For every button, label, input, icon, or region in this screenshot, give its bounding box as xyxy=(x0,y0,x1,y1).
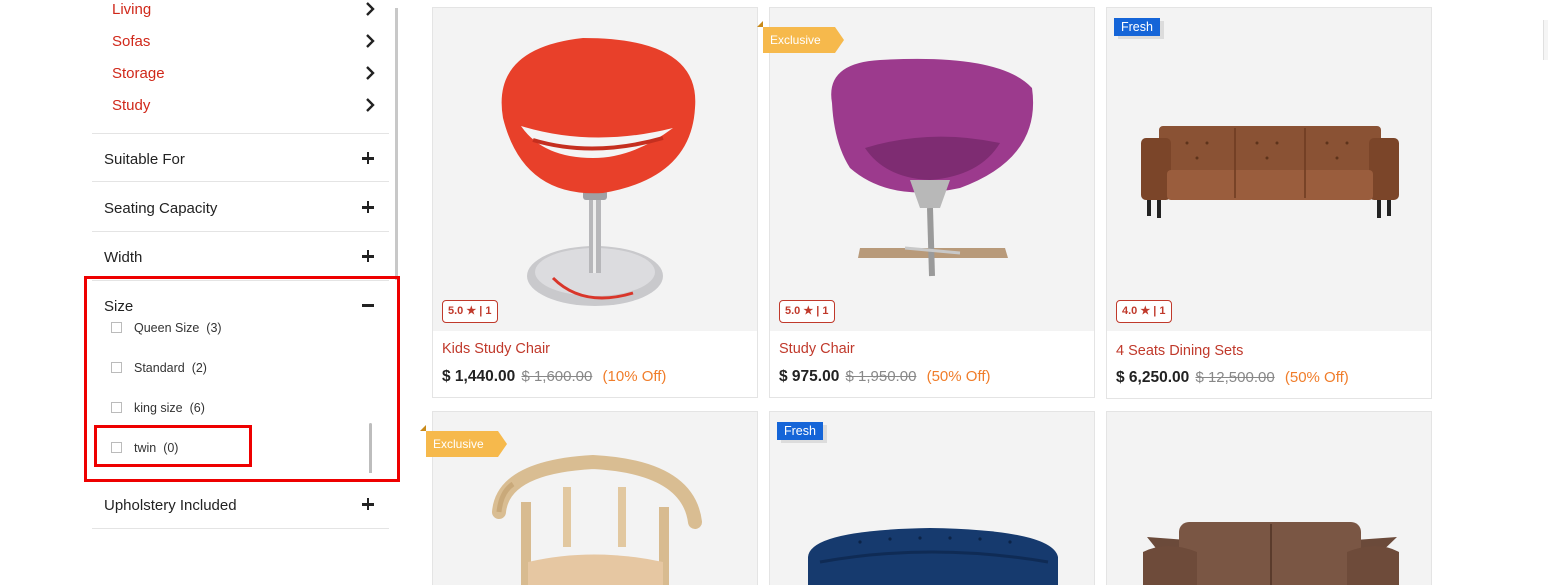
category-label: Living xyxy=(112,1,152,18)
product-price: $ 6,250.00 xyxy=(1116,369,1190,386)
product-discount: (50% Off) xyxy=(1284,369,1349,386)
price-line: $ 975.00 $ 1,950.00 (50% Off) xyxy=(779,368,991,386)
plus-icon xyxy=(362,201,374,213)
product-mrp: $ 1,600.00 xyxy=(521,368,593,385)
rating-badge: 4.0 ★ | 1 xyxy=(1116,300,1172,323)
category-label: Sofas xyxy=(112,33,151,50)
facet-width[interactable]: Width xyxy=(92,232,389,281)
product-discount: (50% Off) xyxy=(926,368,991,385)
page-edge-handle xyxy=(1543,20,1548,60)
category-item-living[interactable]: Living xyxy=(112,0,377,24)
facet-label: Upholstery Included xyxy=(104,497,237,514)
highlight-box-twin-option xyxy=(94,425,252,467)
rating-value: 5.0 xyxy=(785,305,801,317)
category-item-study[interactable]: Study xyxy=(112,96,377,120)
rating-badge: 5.0 ★ | 1 xyxy=(779,300,835,323)
fresh-badge: Fresh xyxy=(777,422,823,440)
facet-label: Width xyxy=(104,249,143,266)
plus-icon xyxy=(362,250,374,262)
badge-text: Fresh xyxy=(1121,20,1153,34)
exclusive-badge: Exclusive xyxy=(757,21,844,53)
red-swivel-chair-image xyxy=(501,38,696,306)
category-item-sofas[interactable]: Sofas xyxy=(112,32,377,56)
plus-icon xyxy=(362,152,374,164)
review-count: | 1 xyxy=(816,305,829,317)
product-card[interactable] xyxy=(1106,411,1432,585)
badge-text: Exclusive xyxy=(770,33,821,47)
plus-icon xyxy=(362,498,374,510)
product-card[interactable]: 4.0 ★ | 1 4 Seats Dining Sets $ 6,250.00… xyxy=(1106,7,1432,399)
category-label: Study xyxy=(112,97,151,114)
rating-badge: 5.0 ★ | 1 xyxy=(442,300,498,323)
fresh-badge: Fresh xyxy=(1114,18,1160,36)
review-count: | 1 xyxy=(1153,305,1166,317)
exclusive-badge: Exclusive xyxy=(420,425,507,457)
star-icon: ★ xyxy=(1140,305,1151,317)
facet-suitable-for[interactable]: Suitable For xyxy=(92,133,389,182)
star-icon: ★ xyxy=(466,305,477,317)
product-price: $ 1,440.00 xyxy=(442,368,516,385)
product-image[interactable] xyxy=(770,8,1094,331)
product-image[interactable] xyxy=(433,8,757,331)
product-mrp: $ 1,950.00 xyxy=(845,368,917,385)
brown-sofa-image xyxy=(1141,126,1399,218)
product-image[interactable] xyxy=(1107,412,1431,585)
product-price: $ 975.00 xyxy=(779,368,840,385)
chevron-right-icon xyxy=(366,2,375,16)
chevron-right-icon xyxy=(366,66,375,80)
product-name[interactable]: Study Chair xyxy=(779,341,855,357)
rating-value: 5.0 xyxy=(448,305,464,317)
star-icon: ★ xyxy=(803,305,814,317)
product-name[interactable]: 4 Seats Dining Sets xyxy=(1116,343,1243,359)
price-line: $ 6,250.00 $ 12,500.00 (50% Off) xyxy=(1116,369,1349,387)
facet-label: Seating Capacity xyxy=(104,200,218,217)
badge-text: Exclusive xyxy=(433,437,484,451)
badge-text: Fresh xyxy=(784,424,816,438)
product-name[interactable]: Kids Study Chair xyxy=(442,341,550,357)
facet-seating-capacity[interactable]: Seating Capacity xyxy=(92,183,389,232)
brown-leather-sofa-image xyxy=(1143,522,1399,585)
rating-value: 4.0 xyxy=(1122,305,1138,317)
facet-upholstery-included[interactable]: Upholstery Included xyxy=(92,480,389,529)
price-line: $ 1,440.00 $ 1,600.00 (10% Off) xyxy=(442,368,666,386)
chevron-right-icon xyxy=(366,98,375,112)
product-image[interactable] xyxy=(1107,8,1431,331)
product-card[interactable]: 5.0 ★ | 1 Kids Study Chair $ 1,440.00 $ … xyxy=(432,7,758,398)
product-card[interactable]: 5.0 ★ | 1 Study Chair $ 975.00 $ 1,950.0… xyxy=(769,7,1095,398)
purple-egg-chair-image xyxy=(831,58,1034,277)
review-count: | 1 xyxy=(479,305,492,317)
product-mrp: $ 12,500.00 xyxy=(1195,369,1275,386)
facet-label: Suitable For xyxy=(104,151,185,168)
chevron-right-icon xyxy=(366,34,375,48)
sidebar-scrollbar[interactable] xyxy=(395,8,398,280)
category-label: Storage xyxy=(112,65,165,82)
category-item-storage[interactable]: Storage xyxy=(112,64,377,88)
product-discount: (10% Off) xyxy=(602,368,667,385)
